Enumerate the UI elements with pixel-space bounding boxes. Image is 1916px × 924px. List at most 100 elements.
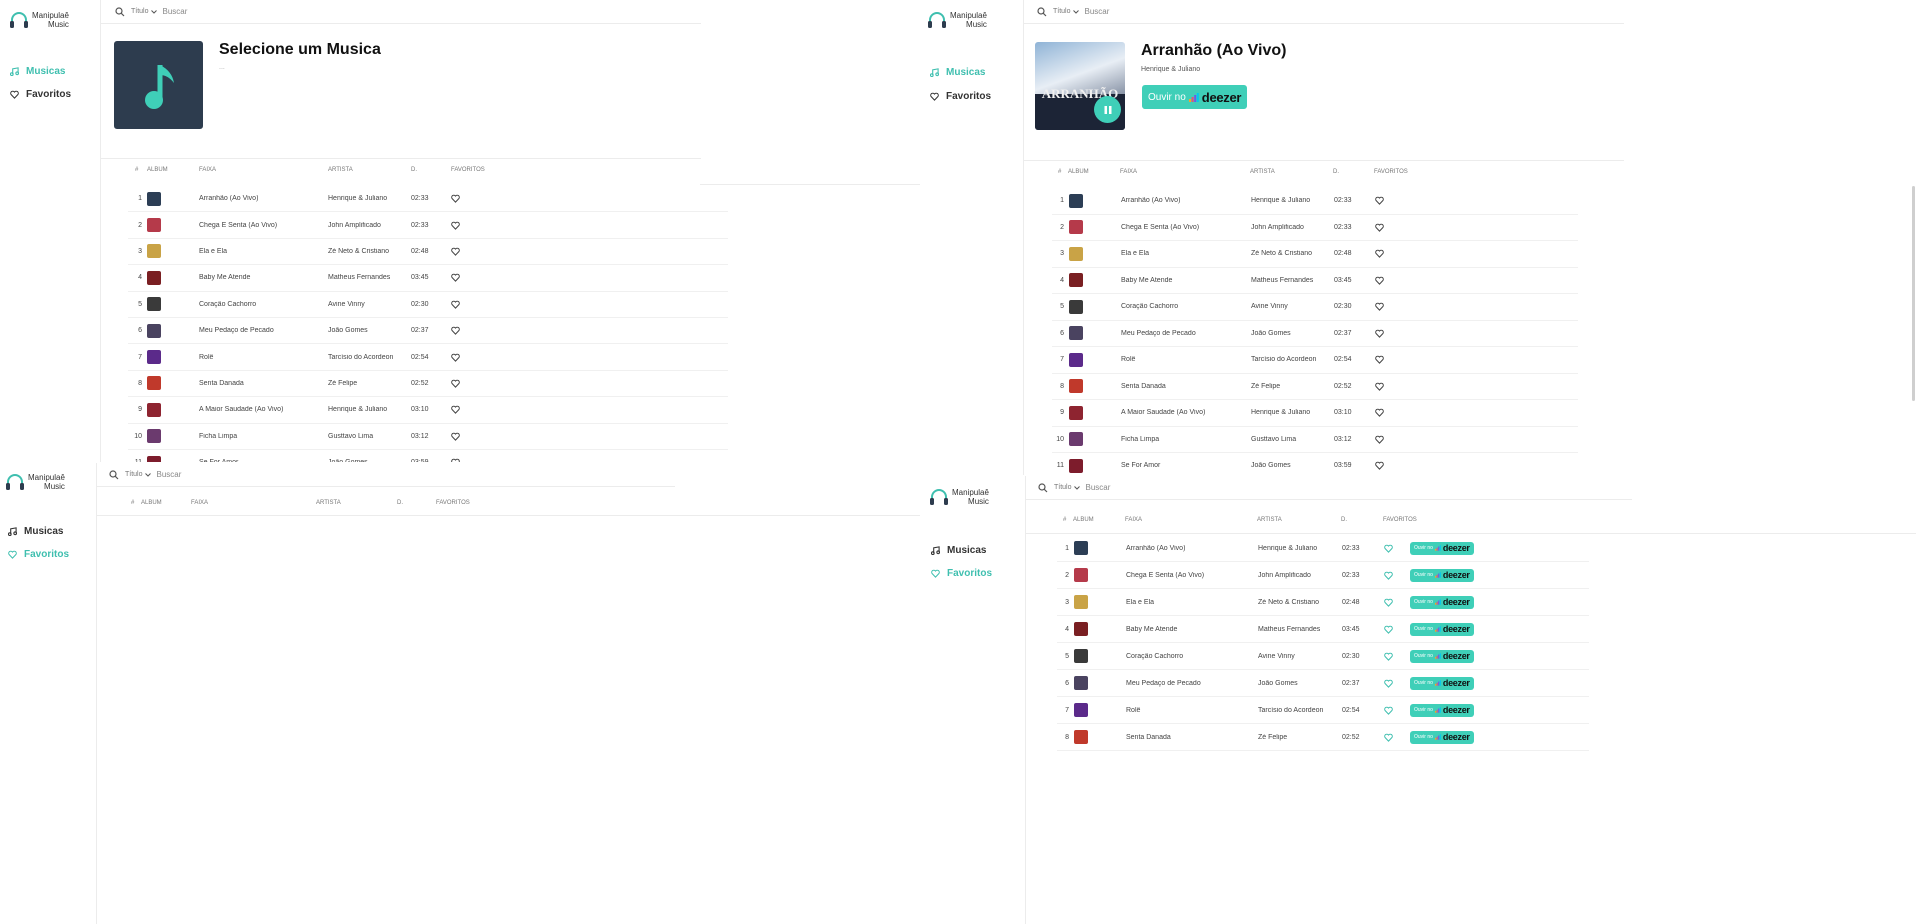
favorite-toggle[interactable] (1384, 652, 1410, 661)
pause-button[interactable] (1094, 96, 1121, 123)
sidebar-item-label: Musicas (26, 66, 66, 77)
table-row[interactable]: 1 Arranhão (Ao Vivo) Henrique & Juliano 02:… (1052, 188, 1578, 215)
favorite-toggle[interactable] (451, 194, 481, 204)
favorite-toggle[interactable] (1384, 625, 1410, 634)
sidebar-item-favoritos[interactable]: Favoritos (930, 91, 991, 102)
favorite-toggle[interactable] (451, 300, 481, 309)
favorite-toggle[interactable] (1375, 355, 1405, 365)
table-row[interactable]: 6 Meu Pedaço de Pecado João Gomes 02:37 Ouvi… (1057, 670, 1589, 697)
album-thumbnail (1069, 326, 1121, 341)
listen-on-deezer-button[interactable]: Ouvir no deezer (1142, 85, 1248, 109)
search-filter-dropdown[interactable]: Título (1054, 484, 1080, 491)
search-input[interactable]: Buscar (1085, 7, 1110, 16)
sidebar-item-musicas[interactable]: Musicas (8, 526, 63, 537)
favorite-toggle[interactable] (1375, 196, 1405, 206)
track-title: Ela e Ela (199, 247, 228, 255)
favorite-toggle[interactable] (451, 221, 481, 230)
favorite-toggle[interactable] (451, 432, 481, 441)
table-row[interactable]: 4 Baby Me Atende Matheus Fernandes 03:45 Ouv… (1057, 616, 1589, 643)
table-row[interactable]: 10 Ficha Limpa Gusttavo Lima 03:12 (128, 424, 728, 450)
table-row[interactable]: 8 Senta Danada Zé Felipe 02:52 (128, 371, 728, 398)
scrollbar[interactable] (1912, 186, 1915, 401)
search-icon[interactable] (1037, 6, 1047, 17)
table-row[interactable]: 5 Coração Cachorro Avine Vinny 02:30 Ouvir n… (1057, 643, 1589, 670)
favorite-toggle[interactable] (451, 326, 481, 336)
favorite-toggle[interactable] (451, 247, 481, 256)
track-artist: Henrique & Juliano (328, 406, 388, 414)
listen-on-deezer-button[interactable]: Ouvir no deezer (1410, 541, 1474, 555)
favorite-toggle[interactable] (451, 379, 481, 388)
table-row[interactable]: 5 Coração Cachorro Avine Vinny 02:30 (1052, 294, 1578, 321)
table-row[interactable]: 6 Meu Pedaço de Pecado João Gomes 02:37 (1052, 321, 1578, 347)
search-input[interactable]: Buscar (157, 470, 182, 479)
favorite-toggle[interactable] (1375, 249, 1405, 259)
table-row[interactable]: 3 Ela e Ela Zé Neto & Cristiano 02:48 (1052, 241, 1578, 268)
table-row[interactable]: 6 Meu Pedaço de Pecado João Gomes 02:37 (128, 318, 728, 345)
table-row[interactable]: 3 Ela e Ela Zé Neto & Cristiano 02:48 (128, 239, 728, 266)
favorite-toggle[interactable] (1384, 706, 1410, 715)
table-row[interactable]: 2 Chega E Senta (Ao Vivo) John Amplificado… (1052, 215, 1578, 241)
listen-on-deezer-button[interactable]: Ouvir no deezer (1410, 622, 1474, 636)
table-row[interactable]: 3 Ela e Ela Zé Neto & Cristiano 02:48 Ouvir … (1057, 589, 1589, 616)
table-row[interactable]: 10 Ficha Limpa Gusttavo Lima 03:12 (1052, 427, 1578, 453)
search-icon[interactable] (115, 6, 125, 17)
search-filter-dropdown[interactable]: Título (1053, 8, 1079, 15)
favorite-toggle[interactable] (1375, 276, 1405, 285)
track-duration: 02:37 (411, 327, 429, 335)
listen-on-deezer-button[interactable]: Ouvir no deezer (1410, 649, 1474, 663)
favorite-toggle[interactable] (451, 273, 481, 283)
search-input[interactable]: Buscar (163, 7, 188, 16)
favorite-toggle[interactable] (1375, 435, 1405, 444)
favorite-toggle[interactable] (1375, 223, 1405, 232)
table-row[interactable]: 7 Rolê Tarcísio do Acordeon 02:54 (1052, 347, 1578, 374)
favorite-toggle[interactable] (1384, 544, 1410, 553)
sidebar-item-musicas[interactable]: Musicas (931, 545, 986, 556)
table-row[interactable]: 5 Coração Cachorro Avine Vinny 02:30 (128, 292, 728, 318)
favorite-toggle[interactable] (1384, 598, 1410, 607)
sidebar-item-musicas[interactable]: Musicas (930, 67, 985, 78)
listen-on-deezer-button[interactable]: Ouvir no deezer (1410, 703, 1474, 717)
table-row[interactable]: 7 Rolê Tarcísio do Acordeon 02:54 Ouvir no de… (1057, 697, 1589, 724)
table-row[interactable]: 11Se For AmorJoão Gomes03:59 (128, 450, 728, 462)
search-icon[interactable] (109, 469, 119, 480)
listen-on-deezer-button[interactable]: Ouvir no deezer (1410, 595, 1474, 609)
table-row[interactable]: 11Se For AmorJoão Gomes03:59 (1052, 453, 1578, 475)
favorite-toggle[interactable] (451, 405, 481, 415)
table-row[interactable]: 7 Rolê Tarcísio do Acordeon 02:54 (128, 344, 728, 371)
search-input[interactable]: Buscar (1086, 483, 1111, 492)
favorite-toggle[interactable] (1375, 461, 1405, 471)
table-row[interactable]: 2 Chega E Senta (Ao Vivo) John Amplificado… (1057, 562, 1589, 589)
sidebar-item-favoritos[interactable]: Favoritos (10, 89, 71, 100)
table-row[interactable]: 1 Arranhão (Ao Vivo) Henrique & Juliano 02:… (128, 186, 728, 213)
favorite-toggle[interactable] (1384, 679, 1410, 688)
sidebar-item-favoritos[interactable]: Favoritos (8, 549, 69, 560)
table-row[interactable]: 9 A Maior Saudade (Ao Vivo) Henrique & Jul… (128, 397, 728, 424)
favorite-toggle[interactable] (1375, 302, 1405, 312)
favorite-toggle[interactable] (451, 353, 481, 362)
listen-on-deezer-button[interactable]: Ouvir no deezer (1410, 730, 1474, 744)
table-row[interactable]: 8 Senta Danada Zé Felipe 02:52 Ouvir no deeze… (1057, 724, 1589, 751)
favorite-toggle[interactable] (1384, 733, 1410, 742)
track-index: 3 (138, 247, 142, 255)
sidebar-item-musicas[interactable]: Musicas (10, 66, 65, 77)
deezer-logo-icon (1434, 572, 1441, 578)
favorite-toggle[interactable] (1375, 382, 1405, 391)
favorite-toggle[interactable] (1375, 408, 1405, 418)
favorite-toggle[interactable] (451, 458, 481, 462)
table-row[interactable]: 4 Baby Me Atende Matheus Fernandes 03:45 (1052, 268, 1578, 294)
listen-on-deezer-button[interactable]: Ouvir no deezer (1410, 568, 1474, 582)
listen-on-deezer-button[interactable]: Ouvir no deezer (1410, 676, 1474, 690)
album-thumbnail (147, 429, 199, 444)
table-row[interactable]: 9 A Maior Saudade (Ao Vivo) Henrique & Jul… (1052, 400, 1578, 427)
table-row[interactable]: 2 Chega E Senta (Ao Vivo) John Amplificado… (128, 212, 728, 239)
table-row[interactable]: 1 Arranhão (Ao Vivo) Henrique & Juliano 02:… (1057, 535, 1589, 562)
favorite-toggle[interactable] (1375, 329, 1405, 338)
sidebar-item-favoritos[interactable]: Favoritos (931, 568, 992, 579)
table-row[interactable]: 8 Senta Danada Zé Felipe 02:52 (1052, 374, 1578, 400)
favorite-toggle[interactable] (1384, 571, 1410, 580)
sidebar: Manipulaê Music Musicas Favoritos (921, 476, 1026, 924)
search-filter-dropdown[interactable]: Título (131, 8, 157, 15)
table-row[interactable]: 4 Baby Me Atende Matheus Fernandes 03:45 (128, 265, 728, 292)
search-filter-dropdown[interactable]: Título (125, 471, 151, 478)
search-icon[interactable] (1038, 482, 1048, 493)
